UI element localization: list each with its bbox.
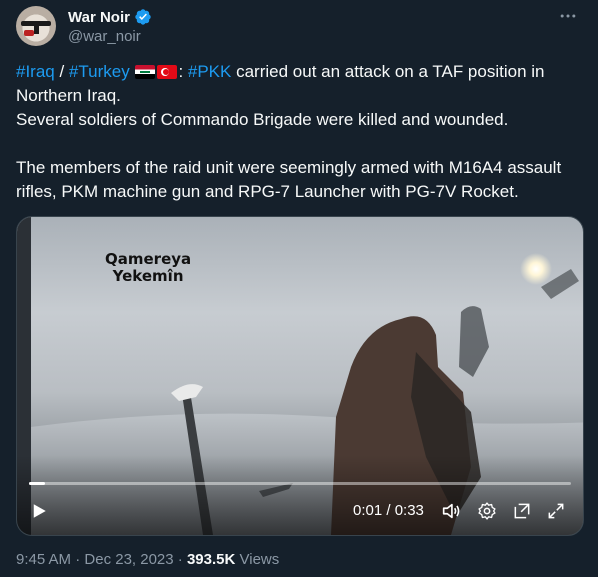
views-count: 393.5K xyxy=(186,551,236,568)
iraq-flag-icon xyxy=(135,65,156,79)
video-watermark-text: Qamereya Yekemîn xyxy=(105,251,191,285)
video-progress-bar[interactable] xyxy=(29,482,571,485)
tweet-line-1: #Iraq / #Turkey : #PKK carried out an at… xyxy=(16,60,582,108)
tweet-text: #Iraq / #Turkey : #PKK carried out an at… xyxy=(16,60,582,204)
fullscreen-button[interactable] xyxy=(542,497,570,525)
video-controls: 0:01 / 0:33 xyxy=(17,495,583,527)
watermark-line-1: Qamereya xyxy=(105,250,192,268)
tweet-time[interactable]: 9:45 AM xyxy=(16,551,71,568)
tweet-line-3: The members of the raid unit were seemin… xyxy=(16,158,562,201)
watermark-line-2: Yekemîn xyxy=(112,267,184,285)
hashtag-pkk[interactable]: #PKK xyxy=(188,62,231,81)
avatar-mark xyxy=(24,30,34,36)
colon-text: : xyxy=(178,62,188,81)
more-dots-icon[interactable] xyxy=(554,6,582,26)
meta-separator-2: · xyxy=(173,551,187,568)
video-progress-fill xyxy=(29,482,46,485)
tweet-meta: 9:45 AM · Dec 23, 2023 · 393.5K Views xyxy=(16,551,279,568)
author-display-name[interactable]: War Noir xyxy=(68,9,130,26)
volume-button[interactable] xyxy=(437,497,465,525)
views-label: Views xyxy=(235,551,280,568)
turkey-flag-icon xyxy=(157,65,178,79)
author-name-row: War Noir xyxy=(68,8,152,26)
pop-out-button[interactable] xyxy=(508,497,536,525)
video-time: 0:01 / 0:33 xyxy=(353,502,424,519)
fullscreen-icon xyxy=(548,503,564,519)
play-button[interactable] xyxy=(25,497,53,525)
video-player[interactable]: Qamereya Yekemîn 0:01 / 0:33 xyxy=(16,216,584,536)
volume-icon xyxy=(442,503,460,519)
pop-out-icon xyxy=(514,503,530,519)
avatar[interactable] xyxy=(16,6,56,46)
tweet-line-2: Several soldiers of Commando Brigade wer… xyxy=(16,110,509,129)
author-handle[interactable]: @war_noir xyxy=(68,28,141,45)
hashtag-turkey[interactable]: #Turkey xyxy=(69,62,130,81)
tweet-date[interactable]: Dec 23, 2023 xyxy=(84,551,173,568)
more-dots-icon-glyph xyxy=(560,14,576,18)
avatar-rifle-grip xyxy=(34,25,39,34)
play-icon xyxy=(33,504,46,518)
gear-icon xyxy=(478,502,496,520)
slash-text: / xyxy=(54,62,69,81)
meta-separator: · xyxy=(71,551,85,568)
tweet-header: War Noir @war_noir xyxy=(16,6,582,50)
settings-button[interactable] xyxy=(473,497,501,525)
verified-badge-icon[interactable] xyxy=(134,8,152,26)
hashtag-iraq[interactable]: #Iraq xyxy=(16,62,55,81)
